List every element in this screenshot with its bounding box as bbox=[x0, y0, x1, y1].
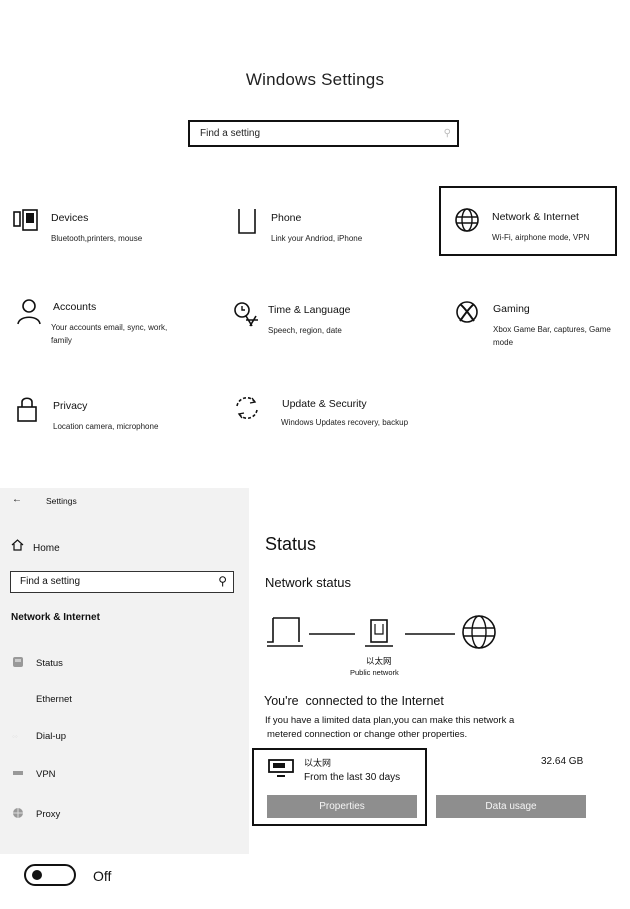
dialup-icon: ◦◦ bbox=[12, 731, 18, 741]
tile-time-language[interactable]: Time & Language Speech, region, date bbox=[232, 300, 422, 340]
sidebar-item-label: Home bbox=[33, 543, 60, 554]
xbox-icon bbox=[455, 299, 483, 327]
tile-title: Accounts bbox=[53, 301, 97, 313]
tile-devices[interactable]: Devices Bluetooth,printers, mouse bbox=[13, 208, 203, 248]
person-icon bbox=[15, 297, 43, 325]
tile-accounts[interactable]: Accounts Your accounts email, sync, work… bbox=[15, 297, 205, 347]
home-icon bbox=[11, 539, 25, 554]
devices-icon bbox=[13, 208, 41, 236]
network-type-label: Public network bbox=[350, 668, 399, 677]
sidebar-item-status[interactable]: Status bbox=[12, 656, 63, 671]
internet-globe-icon bbox=[462, 615, 496, 649]
sidebar-search-input[interactable]: Find a setting ⚲ bbox=[10, 571, 234, 593]
tile-title: Privacy bbox=[53, 400, 88, 412]
network-diagram bbox=[267, 615, 496, 649]
network-status-heading: Network status bbox=[265, 575, 351, 590]
sidebar-section-title: Network & Internet bbox=[11, 612, 100, 623]
tile-privacy[interactable]: Privacy Location camera, microphone bbox=[15, 396, 205, 436]
toggle-knob bbox=[32, 870, 42, 880]
tile-subtitle: Wi-Fi, airphone mode, VPN bbox=[492, 233, 590, 242]
sidebar-item-label: Status bbox=[36, 658, 63, 670]
info-text-line-2: metered connection or change other prope… bbox=[267, 729, 468, 740]
toggle-label: Off bbox=[93, 868, 112, 884]
status-page-title: Status bbox=[265, 534, 317, 554]
phone-icon bbox=[233, 208, 261, 236]
toggle-switch[interactable] bbox=[24, 864, 76, 886]
search-placeholder: Find a setting bbox=[200, 128, 261, 139]
tile-title: Devices bbox=[51, 212, 89, 224]
sidebar-item-ethernet[interactable]: Ethernet bbox=[12, 694, 72, 705]
search-icon: ⚲ bbox=[443, 128, 451, 139]
usage-network-name: 以太网 bbox=[304, 758, 332, 768]
monitor-icon bbox=[268, 758, 294, 787]
tile-subtitle: Your accounts email, sync, work, family bbox=[51, 323, 168, 345]
search-icon: ⚲ bbox=[218, 574, 227, 588]
tile-subtitle: Location camera, microphone bbox=[53, 422, 159, 431]
tile-phone[interactable]: Phone Link your Andriod, iPhone bbox=[233, 208, 423, 248]
ethernet-adapter-icon bbox=[365, 619, 393, 647]
proxy-icon bbox=[12, 807, 26, 822]
data-usage-button[interactable]: Data usage bbox=[436, 795, 586, 818]
properties-button[interactable]: Properties bbox=[267, 795, 417, 818]
tile-title: Network & Internet bbox=[492, 211, 579, 223]
tile-gaming[interactable]: Gaming Xbox Game Bar, captures, Game mod… bbox=[455, 299, 630, 349]
tile-subtitle: Windows Updates recovery, backup bbox=[281, 418, 409, 427]
tile-subtitle: Speech, region, date bbox=[268, 326, 342, 335]
network-name-label: 以太网 bbox=[366, 656, 392, 666]
page-title: Windows Settings bbox=[245, 70, 385, 89]
status-icon bbox=[12, 656, 26, 671]
tile-subtitle: Xbox Game Bar, captures, Game mode bbox=[493, 325, 611, 347]
tile-update-security[interactable]: Update & Security Windows Updates recove… bbox=[233, 394, 423, 444]
sidebar-app-title: Settings bbox=[46, 496, 77, 506]
laptop-icon bbox=[267, 617, 303, 647]
search-input[interactable]: Find a setting ⚲ bbox=[188, 120, 459, 147]
time-language-icon bbox=[232, 300, 260, 328]
info-text-line-1: If you have a limited data plan,you can … bbox=[265, 715, 515, 726]
tile-title: Phone bbox=[271, 212, 302, 224]
tile-network-internet[interactable]: Network & Internet Wi-Fi, airphone mode,… bbox=[454, 207, 614, 247]
tile-title: Update & Security bbox=[282, 398, 367, 410]
sidebar-item-label: Ethernet bbox=[36, 694, 72, 705]
sidebar-item-proxy[interactable]: Proxy bbox=[12, 807, 60, 822]
back-button[interactable]: ← bbox=[12, 494, 22, 505]
sidebar-item-label: Dial-up bbox=[36, 731, 67, 742]
vpn-icon bbox=[12, 769, 26, 780]
sync-icon bbox=[233, 394, 261, 422]
sidebar-item-dialup[interactable]: ◦◦ Dial-up bbox=[12, 731, 66, 742]
tile-subtitle: Link your Andriod, iPhone bbox=[271, 234, 363, 243]
usage-amount: 32.64 GB bbox=[541, 756, 584, 767]
tile-title: Time & Language bbox=[268, 304, 351, 316]
globe-icon bbox=[454, 207, 482, 235]
sidebar-item-home[interactable]: Home bbox=[11, 539, 60, 554]
sidebar-item-vpn[interactable]: VPN bbox=[12, 769, 56, 780]
lock-icon bbox=[15, 396, 43, 424]
tile-title: Gaming bbox=[493, 303, 530, 315]
search-placeholder: Find a setting bbox=[20, 576, 81, 587]
tile-subtitle: Bluetooth,printers, mouse bbox=[51, 234, 143, 243]
sidebar-item-label: VPN bbox=[36, 769, 56, 781]
usage-period: From the last 30 days bbox=[304, 772, 401, 783]
sidebar-item-label: Proxy bbox=[36, 809, 61, 821]
connection-status-text: You're connected to the Internet bbox=[264, 694, 444, 708]
